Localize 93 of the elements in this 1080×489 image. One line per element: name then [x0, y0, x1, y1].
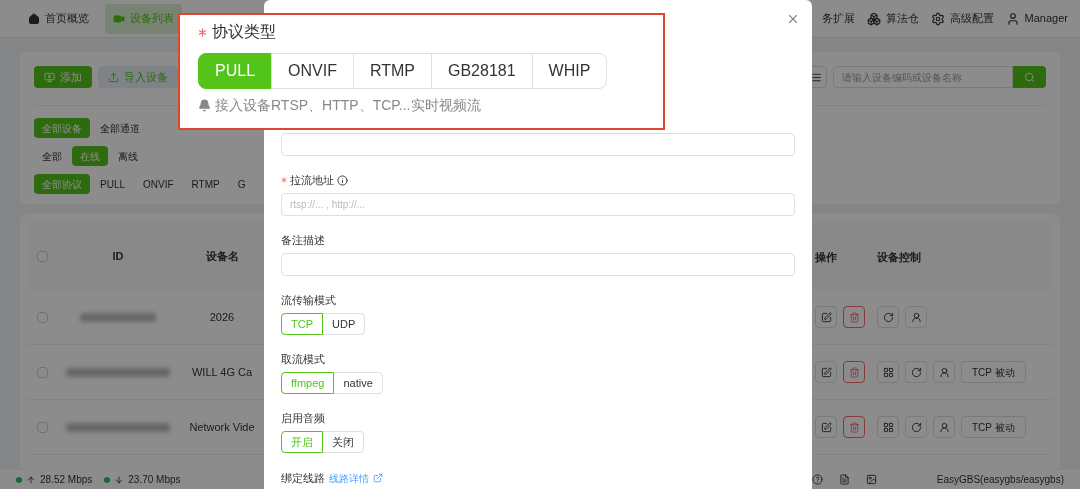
refresh-icon	[882, 311, 894, 323]
home-icon	[28, 12, 40, 25]
trash-icon	[848, 421, 860, 433]
delete-button[interactable]	[843, 361, 865, 383]
person-icon	[938, 366, 950, 378]
person-icon	[938, 421, 950, 433]
menu-icon	[810, 71, 822, 83]
grid-button[interactable]	[877, 416, 899, 438]
settings-icon	[930, 11, 945, 26]
arrow-up-icon	[26, 474, 36, 485]
bell-icon	[198, 99, 211, 112]
close-button[interactable]	[786, 12, 800, 26]
segment-option[interactable]: UDP	[322, 313, 366, 335]
person-button[interactable]	[933, 361, 955, 383]
refresh-icon	[910, 421, 922, 433]
refresh-button[interactable]	[905, 361, 927, 383]
image-icon[interactable]	[865, 474, 877, 485]
delete-button[interactable]	[843, 306, 865, 328]
boxes-icon	[866, 11, 881, 26]
refresh-icon	[910, 366, 922, 378]
nav-item[interactable]: 务扩展	[821, 10, 855, 27]
edit-button[interactable]	[815, 416, 837, 438]
external-link-icon	[373, 473, 383, 484]
text-field[interactable]	[281, 253, 795, 276]
edit-button[interactable]	[815, 361, 837, 383]
field-label: 备注描述	[281, 232, 325, 248]
monitor-icon	[44, 71, 55, 83]
nav-item[interactable]: 算法仓	[866, 10, 919, 27]
segment-option[interactable]: RTMP	[352, 53, 432, 89]
pencil-icon	[820, 311, 832, 323]
close-icon	[786, 12, 800, 26]
transport-mode-button[interactable]: TCP 被动	[961, 416, 1026, 438]
refresh-button[interactable]	[877, 306, 899, 328]
grid-icon	[882, 366, 894, 378]
field-label: 拉流地址	[290, 172, 334, 188]
route-details-link[interactable]: 线路详情	[329, 470, 369, 486]
filter-option[interactable]: 全部通道	[92, 118, 148, 138]
nav-item[interactable]: Manager	[1005, 10, 1068, 27]
upload-rate: 28.52 Mbps	[40, 473, 93, 487]
table-cell-text: Network Vide	[189, 419, 255, 435]
segment-option[interactable]: native	[333, 372, 383, 394]
filter-option[interactable]: 全部	[34, 146, 70, 166]
checkbox[interactable]	[36, 311, 48, 323]
nav-tab[interactable]: 首页概览	[20, 3, 97, 34]
checkbox[interactable]	[36, 366, 48, 378]
download-rate: 23.70 Mbps	[128, 473, 181, 487]
edit-button[interactable]	[815, 306, 837, 328]
filter-option[interactable]: PULL	[92, 174, 133, 194]
trash-icon	[848, 311, 860, 323]
segment-option[interactable]: 关闭	[322, 431, 364, 453]
field-label: 取流模式	[281, 351, 325, 367]
account-label: EasyGBS(easygbs/easygbs)	[936, 473, 1064, 487]
field-label: 协议类型	[212, 22, 276, 42]
filter-option[interactable]: RTMP	[183, 174, 228, 194]
table-cell-text: 2026	[209, 309, 235, 325]
segment-option[interactable]: ONVIF	[271, 53, 354, 89]
text-field[interactable]	[281, 133, 795, 156]
field-label: 流传输模式	[281, 292, 336, 308]
document-icon[interactable]	[838, 474, 850, 485]
hint-text: 接入设备RTSP、HTTP、TCP...实时视频流	[215, 96, 481, 115]
delete-button[interactable]	[843, 416, 865, 438]
column-header: 设备控制	[877, 251, 921, 263]
transport-mode-button[interactable]: TCP 被动	[961, 361, 1026, 383]
column-header: 操作	[815, 251, 837, 263]
text-field[interactable]: rtsp://... , http://...	[281, 193, 795, 216]
pencil-icon	[820, 366, 832, 378]
person-icon	[910, 311, 922, 323]
table-cell-text: WILL 4G Ca	[191, 364, 253, 380]
segment-option[interactable]: GB28181	[430, 53, 533, 89]
refresh-button[interactable]	[905, 416, 927, 438]
grid-button[interactable]	[877, 361, 899, 383]
checkbox[interactable]	[36, 250, 48, 262]
field-label: 启用音频	[281, 410, 325, 426]
checkbox[interactable]	[36, 421, 48, 433]
person-button[interactable]	[905, 306, 927, 328]
column-header: ID	[112, 248, 124, 264]
video-camera-icon	[113, 12, 125, 25]
nav-item[interactable]: 高级配置	[930, 10, 994, 27]
filter-option[interactable]: 离线	[110, 146, 146, 166]
filter-option[interactable]: G	[229, 174, 254, 194]
arrow-down-icon	[114, 474, 125, 485]
user-icon	[1005, 11, 1020, 26]
grid-icon	[882, 421, 894, 433]
segment-option[interactable]: WHIP	[531, 53, 608, 89]
trash-icon	[848, 366, 860, 378]
column-header: 设备名	[205, 248, 239, 264]
person-button[interactable]	[933, 416, 955, 438]
field-label: 绑定线路	[281, 471, 325, 486]
pencil-icon	[820, 421, 832, 433]
search-icon	[1024, 71, 1035, 83]
upload-icon	[108, 71, 119, 83]
filter-option[interactable]: ONVIF	[135, 174, 182, 194]
help-icon[interactable]	[811, 474, 823, 485]
